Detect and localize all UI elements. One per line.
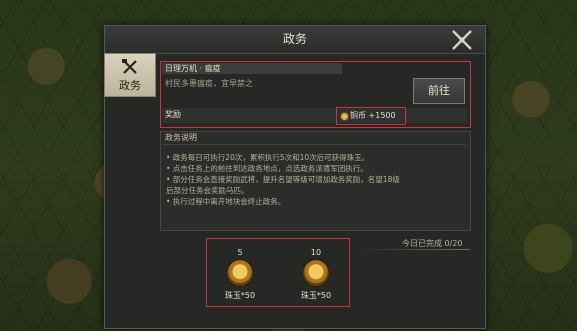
treasure-chest-icon xyxy=(226,259,254,287)
explanation-item: • 部分任务会直接奖励武将，提升名望等级可增加政务奖励，名望18级 xyxy=(166,175,400,184)
go-button[interactable]: 前往 xyxy=(413,78,465,104)
explanation-list: • 政务每日可执行20次，累积执行5次和10次后可获得珠玉。 • 点击任务上的前… xyxy=(166,152,466,207)
explanation-item: • 执行过程中离开地块会终止政务。 xyxy=(166,197,286,206)
treasure-chest-icon xyxy=(302,259,330,287)
explanation-item: • 点击任务上的前往到达政务地点，点选政务派遣军团执行。 xyxy=(166,164,368,173)
divider xyxy=(355,249,470,250)
daily-progress: 今日已完成 0/20 xyxy=(402,239,463,248)
reward-chest-10[interactable]: 10 珠玉*50 xyxy=(291,248,341,308)
task-description: 村民多患瘟疫，宜早禁之 xyxy=(165,79,253,88)
close-icon[interactable] xyxy=(448,26,476,54)
tab-label: 政务 xyxy=(119,79,141,92)
chest-count: 5 xyxy=(237,248,243,257)
window-title: 政务 xyxy=(105,26,485,54)
tools-icon xyxy=(121,58,139,76)
explanation-title: 政务说明 xyxy=(162,132,465,145)
reward-value: 铜币 +1500 xyxy=(350,111,396,120)
chest-label: 珠玉*50 xyxy=(224,291,256,300)
explanation-item: 后部分任务会奖励马匹。 xyxy=(166,186,249,195)
copper-coin-icon xyxy=(340,112,349,121)
explanation-item: • 政务每日可执行20次，累积执行5次和10次后可获得珠玉。 xyxy=(166,153,370,162)
task-title: 日理万机 · 瘟疫 xyxy=(162,63,342,74)
reward-row xyxy=(162,108,467,123)
reward-chest-5[interactable]: 5 珠玉*50 xyxy=(215,248,265,308)
chest-label: 珠玉*50 xyxy=(300,291,332,300)
tab-government-affairs[interactable]: 政务 xyxy=(104,53,156,97)
reward-label: 奖励 xyxy=(165,110,181,119)
chest-count: 10 xyxy=(310,248,322,257)
